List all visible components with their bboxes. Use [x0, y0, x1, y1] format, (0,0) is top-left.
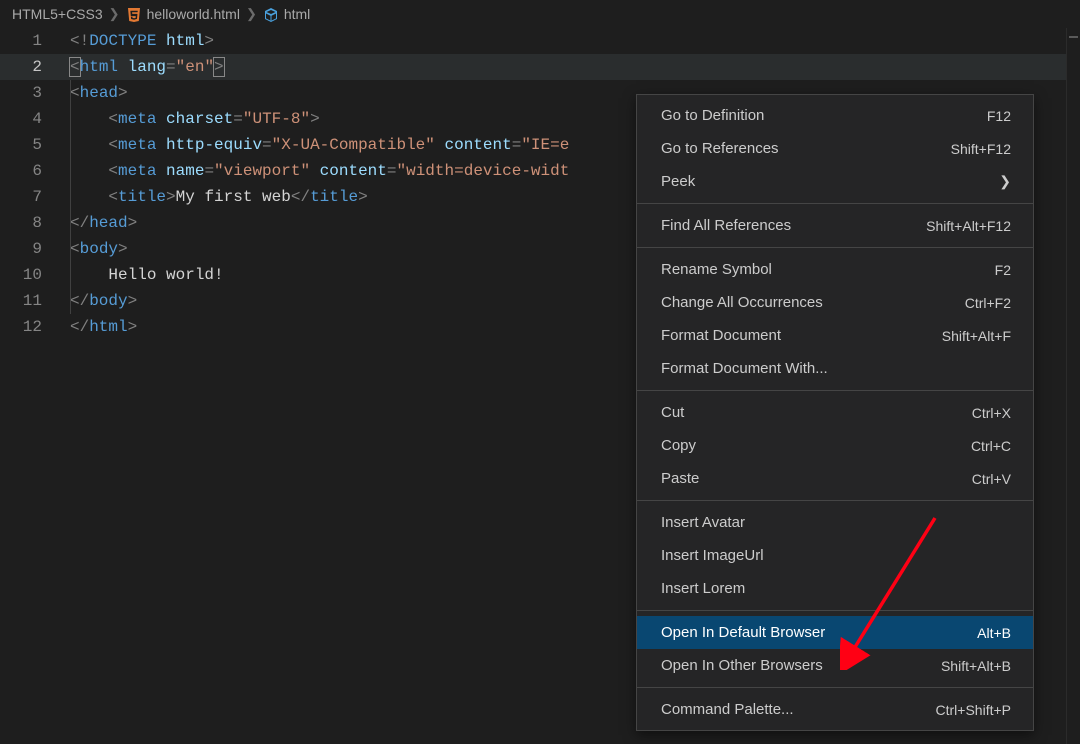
menu-item-label: Find All References — [661, 217, 926, 234]
menu-item[interactable]: Rename SymbolF2 — [637, 253, 1033, 286]
menu-item-shortcut: Shift+Alt+F — [942, 328, 1011, 344]
menu-item-label: Insert Avatar — [661, 514, 1011, 531]
menu-separator — [637, 610, 1033, 611]
line-number: 9 — [0, 236, 50, 262]
code-line[interactable]: 2<html lang="en"> — [0, 54, 1080, 80]
line-number: 10 — [0, 262, 50, 288]
menu-item[interactable]: CopyCtrl+C — [637, 429, 1033, 462]
menu-separator — [637, 500, 1033, 501]
chevron-right-icon: ❯ — [246, 6, 257, 22]
code-content[interactable]: <body> — [50, 236, 128, 262]
code-content[interactable]: Hello world! — [50, 262, 224, 288]
menu-item[interactable]: Format Document With... — [637, 352, 1033, 385]
symbol-icon — [263, 5, 279, 22]
code-line[interactable]: 1<!DOCTYPE html> — [0, 28, 1080, 54]
menu-item-shortcut: Ctrl+Shift+P — [936, 702, 1011, 718]
menu-item-label: Command Palette... — [661, 701, 936, 718]
menu-item-shortcut: F12 — [987, 108, 1011, 124]
menu-item[interactable]: Peek❯ — [637, 165, 1033, 198]
menu-item[interactable]: Find All ReferencesShift+Alt+F12 — [637, 209, 1033, 242]
chevron-right-icon: ❯ — [109, 6, 120, 22]
context-menu[interactable]: Go to DefinitionF12Go to ReferencesShift… — [636, 94, 1034, 731]
menu-separator — [637, 687, 1033, 688]
editor-scrollbar[interactable] — [1066, 28, 1080, 744]
code-content[interactable]: <meta name="viewport" content="width=dev… — [50, 158, 569, 184]
line-number: 12 — [0, 314, 50, 340]
menu-item-shortcut: F2 — [995, 262, 1011, 278]
line-number: 3 — [0, 80, 50, 106]
menu-item-shortcut: Ctrl+V — [972, 471, 1011, 487]
menu-item-label: Paste — [661, 470, 972, 487]
chevron-right-icon: ❯ — [999, 173, 1011, 190]
menu-item[interactable]: Insert Avatar — [637, 506, 1033, 539]
scrollbar-mark — [1069, 36, 1078, 38]
menu-separator — [637, 247, 1033, 248]
line-number: 6 — [0, 158, 50, 184]
breadcrumb-file[interactable]: helloworld.html — [126, 5, 240, 22]
menu-item-shortcut: Ctrl+F2 — [965, 295, 1011, 311]
menu-item-label: Copy — [661, 437, 971, 454]
menu-item-label: Go to References — [661, 140, 951, 157]
code-content[interactable]: <html lang="en"> — [50, 54, 224, 80]
menu-item-shortcut: Ctrl+C — [971, 438, 1011, 454]
menu-item-shortcut: Shift+Alt+F12 — [926, 218, 1011, 234]
menu-item-label: Cut — [661, 404, 972, 421]
breadcrumb-folder-label: HTML5+CSS3 — [12, 6, 103, 22]
menu-item[interactable]: Open In Default BrowserAlt+B — [637, 616, 1033, 649]
menu-item[interactable]: PasteCtrl+V — [637, 462, 1033, 495]
menu-item-label: Rename Symbol — [661, 261, 995, 278]
menu-item-label: Go to Definition — [661, 107, 987, 124]
menu-item-label: Format Document — [661, 327, 942, 344]
line-number: 8 — [0, 210, 50, 236]
breadcrumb-symbol[interactable]: html — [263, 5, 310, 22]
menu-item-label: Insert ImageUrl — [661, 547, 1011, 564]
code-content[interactable]: <title>My first web</title> — [50, 184, 368, 210]
menu-item[interactable]: Go to ReferencesShift+F12 — [637, 132, 1033, 165]
menu-item-label: Change All Occurrences — [661, 294, 965, 311]
menu-item[interactable]: Insert ImageUrl — [637, 539, 1033, 572]
line-number: 1 — [0, 28, 50, 54]
menu-item[interactable]: Insert Lorem — [637, 572, 1033, 605]
breadcrumb[interactable]: HTML5+CSS3 ❯ helloworld.html ❯ html — [0, 0, 1080, 28]
html-file-icon — [126, 5, 142, 22]
menu-item-label: Peek — [661, 173, 999, 190]
menu-item[interactable]: Open In Other BrowsersShift+Alt+B — [637, 649, 1033, 682]
code-content[interactable]: </html> — [50, 314, 137, 340]
line-number: 11 — [0, 288, 50, 314]
menu-item-label: Open In Default Browser — [661, 624, 977, 641]
menu-item[interactable]: Go to DefinitionF12 — [637, 99, 1033, 132]
code-content[interactable]: </body> — [50, 288, 137, 314]
line-number: 2 — [0, 54, 50, 80]
menu-item-label: Insert Lorem — [661, 580, 1011, 597]
breadcrumb-symbol-label: html — [284, 6, 310, 22]
code-content[interactable]: <meta http-equiv="X-UA-Compatible" conte… — [50, 132, 569, 158]
breadcrumb-folder[interactable]: HTML5+CSS3 — [12, 6, 103, 22]
line-number: 7 — [0, 184, 50, 210]
menu-separator — [637, 203, 1033, 204]
breadcrumb-file-label: helloworld.html — [147, 6, 240, 22]
menu-item[interactable]: Command Palette...Ctrl+Shift+P — [637, 693, 1033, 726]
code-content[interactable]: <!DOCTYPE html> — [50, 28, 214, 54]
menu-item-shortcut: Alt+B — [977, 625, 1011, 641]
menu-item-shortcut: Shift+F12 — [951, 141, 1011, 157]
code-content[interactable]: </head> — [50, 210, 137, 236]
menu-item[interactable]: CutCtrl+X — [637, 396, 1033, 429]
menu-item-shortcut: Ctrl+X — [972, 405, 1011, 421]
menu-item-label: Format Document With... — [661, 360, 1011, 377]
code-content[interactable]: <head> — [50, 80, 128, 106]
menu-item-shortcut: Shift+Alt+B — [941, 658, 1011, 674]
line-number: 4 — [0, 106, 50, 132]
menu-item-label: Open In Other Browsers — [661, 657, 941, 674]
menu-separator — [637, 390, 1033, 391]
code-content[interactable]: <meta charset="UTF-8"> — [50, 106, 320, 132]
line-number: 5 — [0, 132, 50, 158]
menu-item[interactable]: Change All OccurrencesCtrl+F2 — [637, 286, 1033, 319]
menu-item[interactable]: Format DocumentShift+Alt+F — [637, 319, 1033, 352]
